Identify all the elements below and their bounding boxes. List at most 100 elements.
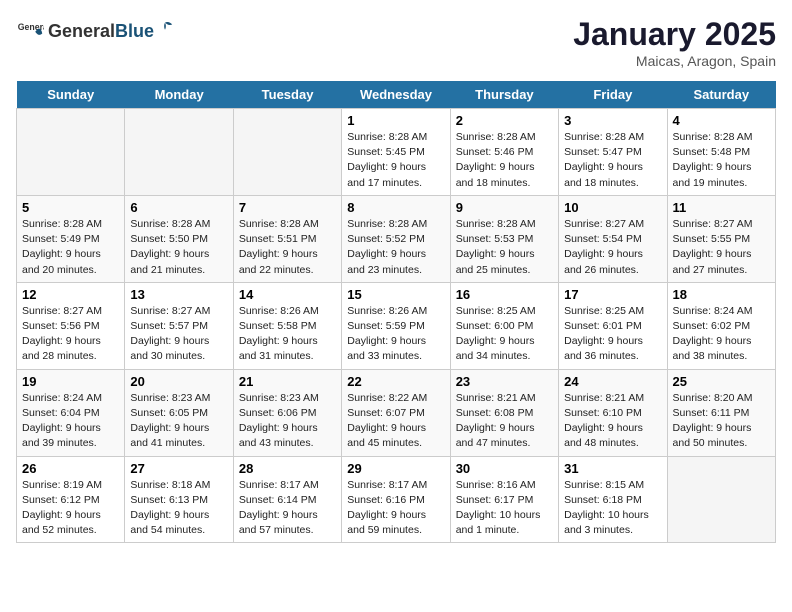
day-header-sunday: Sunday [17,81,125,109]
day-info: Sunrise: 8:27 AM Sunset: 5:56 PM Dayligh… [22,304,119,365]
day-number: 8 [347,200,444,215]
day-cell: 19 Sunrise: 8:24 AM Sunset: 6:04 PM Dayli… [17,369,125,456]
day-info: Sunrise: 8:28 AM Sunset: 5:50 PM Dayligh… [130,217,227,278]
day-cell: 6 Sunrise: 8:28 AM Sunset: 5:50 PM Daylig… [125,195,233,282]
day-number: 22 [347,374,444,389]
day-cell: 13 Sunrise: 8:27 AM Sunset: 5:57 PM Dayli… [125,282,233,369]
day-number: 16 [456,287,553,302]
day-number: 19 [22,374,119,389]
day-cell: 30 Sunrise: 8:16 AM Sunset: 6:17 PM Dayli… [450,456,558,543]
logo: General GeneralBlue [16,16,174,44]
day-number: 14 [239,287,336,302]
day-number: 7 [239,200,336,215]
day-info: Sunrise: 8:15 AM Sunset: 6:18 PM Dayligh… [564,478,661,539]
day-cell [233,109,341,196]
day-cell: 31 Sunrise: 8:15 AM Sunset: 6:18 PM Dayli… [559,456,667,543]
day-cell: 10Sunrise: 8:27 AM Sunset: 5:54 PM Dayli… [559,195,667,282]
day-cell [667,456,775,543]
day-cell: 12 Sunrise: 8:27 AM Sunset: 5:56 PM Dayli… [17,282,125,369]
day-cell: 18Sunrise: 8:24 AM Sunset: 6:02 PM Dayli… [667,282,775,369]
day-cell: 29 Sunrise: 8:17 AM Sunset: 6:16 PM Dayli… [342,456,450,543]
day-number: 13 [130,287,227,302]
day-number: 9 [456,200,553,215]
title-area: January 2025 Maicas, Aragon, Spain [573,16,776,69]
week-row-1: 1Sunrise: 8:28 AM Sunset: 5:45 PM Daylig… [17,109,776,196]
day-info: Sunrise: 8:21 AM Sunset: 6:10 PM Dayligh… [564,391,661,452]
day-number: 21 [239,374,336,389]
day-header-wednesday: Wednesday [342,81,450,109]
week-row-2: 5 Sunrise: 8:28 AM Sunset: 5:49 PM Daylig… [17,195,776,282]
day-number: 2 [456,113,553,128]
day-info: Sunrise: 8:28 AM Sunset: 5:49 PM Dayligh… [22,217,119,278]
day-cell: 4 Sunrise: 8:28 AM Sunset: 5:48 PM Daylig… [667,109,775,196]
day-cell: 14 Sunrise: 8:26 AM Sunset: 5:58 PM Dayli… [233,282,341,369]
day-info: Sunrise: 8:17 AM Sunset: 6:14 PM Dayligh… [239,478,336,539]
day-info: Sunrise: 8:27 AM Sunset: 5:55 PM Dayligh… [673,217,770,278]
day-cell: 11Sunrise: 8:27 AM Sunset: 5:55 PM Dayli… [667,195,775,282]
day-cell: 24 Sunrise: 8:21 AM Sunset: 6:10 PM Dayli… [559,369,667,456]
logo-text-general: General [48,21,115,42]
logo-icon: General [16,16,44,44]
logo-bird-icon [156,19,174,37]
day-cell: 25 Sunrise: 8:20 AM Sunset: 6:11 PM Dayli… [667,369,775,456]
day-info: Sunrise: 8:19 AM Sunset: 6:12 PM Dayligh… [22,478,119,539]
day-info: Sunrise: 8:25 AM Sunset: 6:01 PM Dayligh… [564,304,661,365]
day-info: Sunrise: 8:26 AM Sunset: 5:58 PM Dayligh… [239,304,336,365]
day-cell: 3Sunrise: 8:28 AM Sunset: 5:47 PM Daylig… [559,109,667,196]
day-number: 31 [564,461,661,476]
main-title: January 2025 [573,16,776,53]
day-header-friday: Friday [559,81,667,109]
day-cell: 9 Sunrise: 8:28 AM Sunset: 5:53 PM Daylig… [450,195,558,282]
day-info: Sunrise: 8:18 AM Sunset: 6:13 PM Dayligh… [130,478,227,539]
day-info: Sunrise: 8:28 AM Sunset: 5:45 PM Dayligh… [347,130,444,191]
day-info: Sunrise: 8:28 AM Sunset: 5:48 PM Dayligh… [673,130,770,191]
day-cell: 20Sunrise: 8:23 AM Sunset: 6:05 PM Dayli… [125,369,233,456]
day-info: Sunrise: 8:17 AM Sunset: 6:16 PM Dayligh… [347,478,444,539]
day-header-tuesday: Tuesday [233,81,341,109]
day-header-monday: Monday [125,81,233,109]
calendar-body: 1Sunrise: 8:28 AM Sunset: 5:45 PM Daylig… [17,109,776,543]
day-cell: 5 Sunrise: 8:28 AM Sunset: 5:49 PM Daylig… [17,195,125,282]
day-number: 12 [22,287,119,302]
day-info: Sunrise: 8:28 AM Sunset: 5:46 PM Dayligh… [456,130,553,191]
day-number: 5 [22,200,119,215]
day-cell [125,109,233,196]
week-row-5: 26Sunrise: 8:19 AM Sunset: 6:12 PM Dayli… [17,456,776,543]
day-number: 4 [673,113,770,128]
day-cell: 21Sunrise: 8:23 AM Sunset: 6:06 PM Dayli… [233,369,341,456]
calendar-table: SundayMondayTuesdayWednesdayThursdayFrid… [16,81,776,543]
day-info: Sunrise: 8:24 AM Sunset: 6:04 PM Dayligh… [22,391,119,452]
day-info: Sunrise: 8:27 AM Sunset: 5:57 PM Dayligh… [130,304,227,365]
week-row-3: 12 Sunrise: 8:27 AM Sunset: 5:56 PM Dayli… [17,282,776,369]
day-info: Sunrise: 8:21 AM Sunset: 6:08 PM Dayligh… [456,391,553,452]
day-info: Sunrise: 8:22 AM Sunset: 6:07 PM Dayligh… [347,391,444,452]
day-number: 3 [564,113,661,128]
day-info: Sunrise: 8:16 AM Sunset: 6:17 PM Dayligh… [456,478,553,539]
day-number: 17 [564,287,661,302]
day-info: Sunrise: 8:28 AM Sunset: 5:53 PM Dayligh… [456,217,553,278]
day-number: 30 [456,461,553,476]
day-info: Sunrise: 8:25 AM Sunset: 6:00 PM Dayligh… [456,304,553,365]
day-number: 29 [347,461,444,476]
day-info: Sunrise: 8:20 AM Sunset: 6:11 PM Dayligh… [673,391,770,452]
day-cell: 15Sunrise: 8:26 AM Sunset: 5:59 PM Dayli… [342,282,450,369]
day-info: Sunrise: 8:27 AM Sunset: 5:54 PM Dayligh… [564,217,661,278]
day-cell: 16 Sunrise: 8:25 AM Sunset: 6:00 PM Dayli… [450,282,558,369]
day-cell: 7Sunrise: 8:28 AM Sunset: 5:51 PM Daylig… [233,195,341,282]
day-number: 15 [347,287,444,302]
day-cell: 27 Sunrise: 8:18 AM Sunset: 6:13 PM Dayli… [125,456,233,543]
day-cell: 17 Sunrise: 8:25 AM Sunset: 6:01 PM Dayli… [559,282,667,369]
logo-text-blue: Blue [115,21,154,42]
day-number: 23 [456,374,553,389]
day-header-saturday: Saturday [667,81,775,109]
day-number: 27 [130,461,227,476]
day-number: 24 [564,374,661,389]
week-row-4: 19 Sunrise: 8:24 AM Sunset: 6:04 PM Dayli… [17,369,776,456]
day-cell: 22 Sunrise: 8:22 AM Sunset: 6:07 PM Dayli… [342,369,450,456]
day-cell: 2 Sunrise: 8:28 AM Sunset: 5:46 PM Daylig… [450,109,558,196]
day-number: 6 [130,200,227,215]
day-number: 20 [130,374,227,389]
day-cell: 28Sunrise: 8:17 AM Sunset: 6:14 PM Dayli… [233,456,341,543]
days-header-row: SundayMondayTuesdayWednesdayThursdayFrid… [17,81,776,109]
day-number: 25 [673,374,770,389]
